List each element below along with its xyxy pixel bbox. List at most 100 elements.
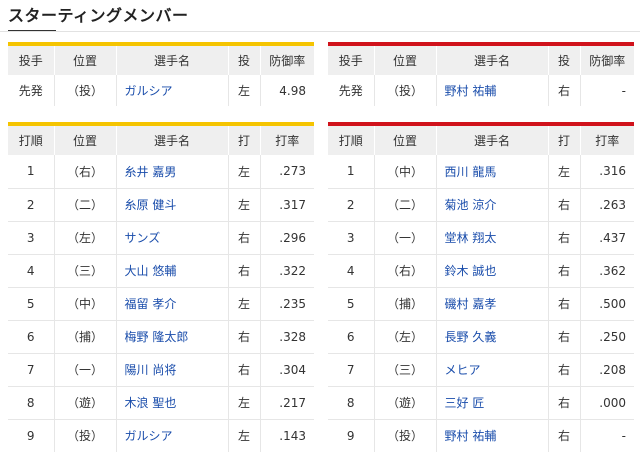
player-link[interactable]: 陽川 尚将 <box>116 353 229 387</box>
player-link[interactable]: 糸井 嘉男 <box>116 155 229 189</box>
pitcher-role: 先発 <box>8 75 55 106</box>
batting-average: .322 <box>260 254 314 288</box>
player-link[interactable]: 野村 祐輔 <box>436 75 549 106</box>
player-bats: 右 <box>228 320 261 354</box>
player-link[interactable]: 三好 匠 <box>436 386 549 420</box>
table-row: 3 （一） 堂林 翔太右 .437 <box>328 221 634 255</box>
header-player-name: 選手名 <box>436 44 549 75</box>
table-row: 5 （捕） 磯村 嘉孝右 .500 <box>328 287 634 321</box>
player-link[interactable]: 木浪 聖也 <box>116 386 229 420</box>
player-position: （左） <box>54 221 117 255</box>
table-row: 先発 （投） 野村 祐輔 右 - <box>328 75 634 106</box>
header-bats: 打 <box>548 124 581 155</box>
batting-average: .296 <box>260 221 314 255</box>
batting-order-number: 8 <box>8 386 55 420</box>
player-position: （捕） <box>54 320 117 354</box>
table-row: 1 （右） 糸井 嘉男左 .273 <box>8 155 314 189</box>
player-bats: 右 <box>548 320 581 354</box>
batting-order-number: 3 <box>328 221 375 255</box>
player-link[interactable]: 長野 久義 <box>436 320 549 354</box>
player-bats: 右 <box>548 254 581 288</box>
player-position: （中） <box>374 155 437 189</box>
header-position: 位置 <box>374 124 437 155</box>
player-link[interactable]: 鈴木 誠也 <box>436 254 549 288</box>
player-position: （二） <box>54 188 117 222</box>
player-link[interactable]: 糸原 健斗 <box>116 188 229 222</box>
pitcher-throws: 左 <box>228 75 261 106</box>
player-link[interactable]: 野村 祐輔 <box>436 419 549 452</box>
header-position: 位置 <box>374 44 437 75</box>
table-header-row: 打順 位置 選手名 打 打率 <box>8 124 314 155</box>
player-bats: 左 <box>228 155 261 189</box>
pitcher-role: 先発 <box>328 75 375 106</box>
player-link[interactable]: 磯村 嘉孝 <box>436 287 549 321</box>
home-batting-order-table: 打順 位置 選手名 打 打率 1 （右） 糸井 嘉男左 .273 2 （二） 糸原 健斗左.… <box>8 122 314 452</box>
player-position: （捕） <box>374 287 437 321</box>
player-bats: 右 <box>548 287 581 321</box>
home-starting-pitcher-table: 投手 位置 選手名 投 防御率 先発 （投） ガルシア 左 4.98 <box>8 42 314 106</box>
player-position: （右） <box>54 155 117 189</box>
batting-average: .328 <box>260 320 314 354</box>
batting-order-number: 1 <box>328 155 375 189</box>
pitcher-era: - <box>621 83 626 98</box>
table-row: 6 （捕） 梅野 隆太郎右 .328 <box>8 320 314 354</box>
header-batting-average: 打率 <box>260 124 314 155</box>
table-header-row: 投手 位置 選手名 投 防御率 <box>8 44 314 75</box>
table-header-row: 打順 位置 選手名 打 打率 <box>328 124 634 155</box>
pitcher-position: （投） <box>374 75 437 106</box>
batting-order-number: 1 <box>8 155 55 189</box>
table-row: 7 （一） 陽川 尚将右 .304 <box>8 353 314 387</box>
player-link[interactable]: ガルシア <box>116 75 229 106</box>
batting-order-number: 2 <box>8 188 55 222</box>
player-link[interactable]: ガルシア <box>116 419 229 452</box>
header-throws: 投 <box>548 44 581 75</box>
header-position: 位置 <box>54 124 117 155</box>
header-pitcher: 投手 <box>328 44 375 75</box>
batting-order-number: 2 <box>328 188 375 222</box>
visitor-starting-pitcher-table: 投手 位置 選手名 投 防御率 先発 （投） 野村 祐輔 右 - <box>328 42 634 106</box>
table-row: 6 （左） 長野 久義右 .250 <box>328 320 634 354</box>
batting-order-number: 4 <box>328 254 375 288</box>
player-position: （一） <box>54 353 117 387</box>
header-batting-order: 打順 <box>328 124 375 155</box>
batting-order-number: 5 <box>328 287 375 321</box>
batting-average: - <box>621 428 626 443</box>
table-row: 9 （投） ガルシア左 .143 <box>8 419 314 452</box>
table-row: 1 （中） 西川 龍馬左 .316 <box>328 155 634 189</box>
visitor-batting-order-table: 打順 位置 選手名 打 打率 1 （中） 西川 龍馬左 .316 2 （二） 菊池 涼介右.… <box>328 122 634 452</box>
table-row: 2 （二） 菊池 涼介右 .263 <box>328 188 634 222</box>
player-link[interactable]: 菊池 涼介 <box>436 188 549 222</box>
batting-order-number: 4 <box>8 254 55 288</box>
player-link[interactable]: 福留 孝介 <box>116 287 229 321</box>
batting-order-number: 9 <box>8 419 55 452</box>
player-position: （中） <box>54 287 117 321</box>
batting-average: .362 <box>580 254 634 288</box>
player-link[interactable]: 西川 龍馬 <box>436 155 549 189</box>
table-row: 4 （三） 大山 悠輔右 .322 <box>8 254 314 288</box>
player-link[interactable]: メヒア <box>436 353 549 387</box>
table-row: 3 （左） サンズ右 .296 <box>8 221 314 255</box>
table-row: 先発 （投） ガルシア 左 4.98 <box>8 75 314 106</box>
header-batting-order: 打順 <box>8 124 55 155</box>
batting-average: .437 <box>580 221 634 255</box>
batting-order-number: 9 <box>328 419 375 452</box>
player-link[interactable]: 堂林 翔太 <box>436 221 549 255</box>
batting-order-number: 7 <box>328 353 375 387</box>
batting-average: .273 <box>260 155 314 189</box>
table-header-row: 投手 位置 選手名 投 防御率 <box>328 44 634 75</box>
table-row: 2 （二） 糸原 健斗左 .317 <box>8 188 314 222</box>
player-link[interactable]: 大山 悠輔 <box>116 254 229 288</box>
player-bats: 右 <box>548 221 581 255</box>
player-bats: 右 <box>548 419 581 452</box>
pitcher-position: （投） <box>54 75 117 106</box>
player-bats: 左 <box>228 188 261 222</box>
pitcher-throws: 右 <box>548 75 581 106</box>
table-row: 7 （三） メヒア右 .208 <box>328 353 634 387</box>
player-bats: 右 <box>548 188 581 222</box>
header-era: 防御率 <box>580 44 634 75</box>
header-position: 位置 <box>54 44 117 75</box>
player-link[interactable]: 梅野 隆太郎 <box>116 320 229 354</box>
player-position: （左） <box>374 320 437 354</box>
player-bats: 右 <box>548 353 581 387</box>
player-link[interactable]: サンズ <box>116 221 229 255</box>
